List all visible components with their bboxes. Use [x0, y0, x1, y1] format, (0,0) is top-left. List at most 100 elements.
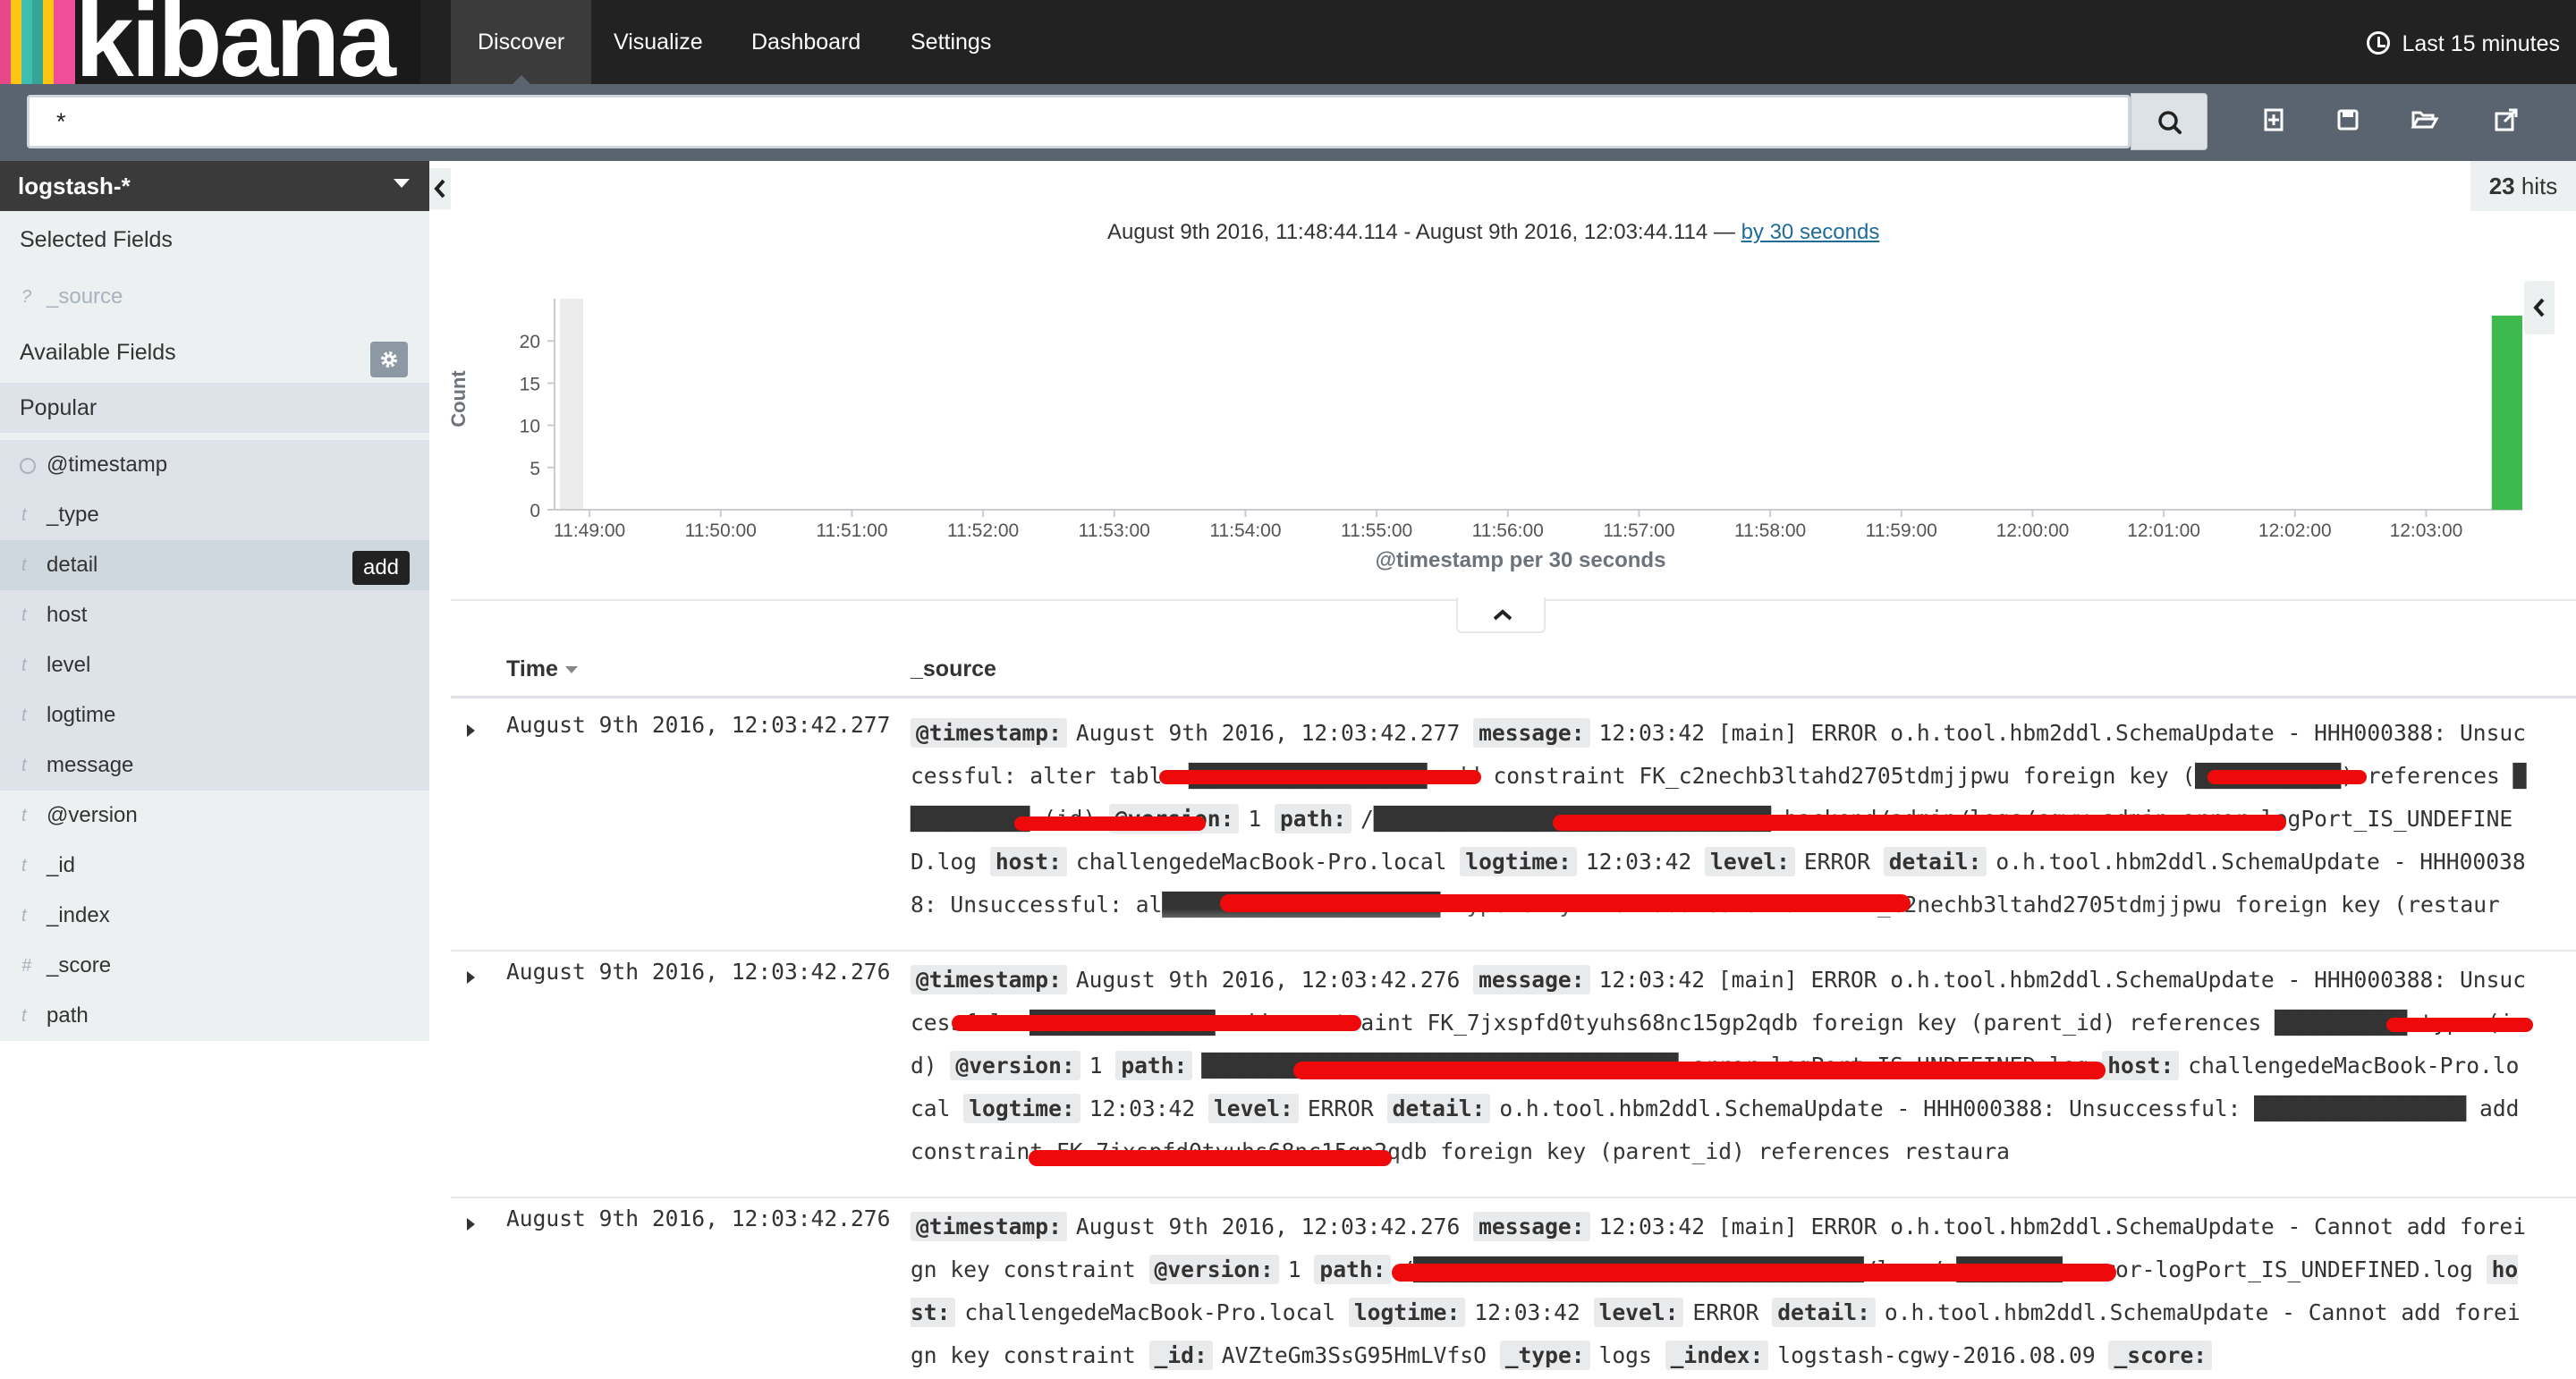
share-search-button[interactable] — [2485, 100, 2529, 141]
x-tick-label: 11:55:00 — [1341, 520, 1412, 541]
field-name: _id — [47, 853, 76, 877]
nav-discover-label: Discover — [478, 30, 565, 55]
kibana-logo[interactable]: kibana — [0, 0, 420, 84]
nav-dashboard[interactable]: Dashboard — [724, 0, 887, 84]
source-field-key: path: — [1115, 1051, 1193, 1080]
source-field-value: AVZteGm3SsG95HmLVfsO — [1221, 1342, 1500, 1368]
chevron-up-icon — [1493, 609, 1513, 621]
expand-row-icon[interactable] — [467, 971, 475, 984]
logo-stripe — [11, 0, 21, 84]
field-message[interactable]: t message — [0, 740, 429, 791]
time-column-header[interactable]: Time — [506, 656, 578, 682]
time-column-label: Time — [506, 656, 558, 681]
nav-settings[interactable]: Settings — [884, 0, 1018, 84]
new-search-button[interactable] — [2252, 100, 2297, 141]
field-type[interactable]: t _type — [0, 490, 429, 540]
nav-visualize[interactable]: Visualize — [587, 0, 730, 84]
source-field-key: @timestamp: — [911, 1212, 1067, 1241]
logo-stripe — [54, 0, 75, 84]
x-tick-label: 11:49:00 — [554, 520, 625, 541]
string-type-icon: t — [21, 706, 27, 725]
interval-link[interactable]: by 30 seconds — [1741, 220, 1880, 244]
nav-dashboard-label: Dashboard — [751, 30, 861, 55]
source-column-header: _source — [911, 656, 996, 681]
logo-stripe — [43, 0, 54, 84]
field-name: logtime — [47, 703, 116, 727]
field-path[interactable]: t path — [0, 991, 429, 1041]
x-tick-label: 12:01:00 — [2127, 520, 2200, 541]
field-id[interactable]: t _id — [0, 841, 429, 891]
time-range-label: Last 15 minutes — [2402, 31, 2561, 56]
table-row[interactable]: August 9th 2016, 12:03:42.276 @timestamp:… — [451, 1206, 2576, 1379]
time-range-text: August 9th 2016, 11:48:44.114 - August 9… — [1107, 220, 1741, 244]
y-tick-label: 20 — [520, 332, 540, 352]
source-field-value: August 9th 2016, 12:03:42.276 — [1075, 1214, 1474, 1239]
source-field-key: @timestamp: — [911, 965, 1067, 994]
expand-row-icon[interactable] — [467, 1218, 475, 1231]
x-tick-label: 12:02:00 — [2258, 520, 2332, 541]
string-type-icon: t — [21, 806, 27, 825]
source-field-key: logtime: — [963, 1094, 1080, 1123]
field-logtime[interactable]: t logtime — [0, 690, 429, 740]
field-host[interactable]: t host — [0, 590, 429, 640]
table-header-divider — [451, 696, 2576, 698]
row-timestamp: August 9th 2016, 12:03:42.276 — [506, 1206, 891, 1231]
field-index[interactable]: t _index — [0, 891, 429, 941]
x-tick-label: 11:50:00 — [685, 520, 757, 541]
redaction-mark — [1293, 1062, 2106, 1079]
x-tick-label: 11:59:00 — [1866, 520, 1937, 541]
field-name: message — [47, 753, 134, 777]
x-tick-label: 11:53:00 — [1079, 520, 1150, 541]
field-score[interactable]: # _score — [0, 941, 429, 991]
add-field-button[interactable]: add — [352, 551, 410, 585]
field-settings-button[interactable] — [370, 342, 408, 377]
toggle-chart-button[interactable] — [1456, 597, 1546, 633]
truncation-fade — [911, 909, 2531, 941]
field-name: _index — [47, 903, 110, 927]
field-name: _source — [47, 284, 123, 309]
logo-stripe — [21, 0, 32, 84]
source-field-key: path: — [1275, 804, 1352, 833]
open-search-button[interactable] — [2402, 100, 2447, 141]
field-name: @timestamp — [47, 453, 168, 477]
sort-down-icon[interactable] — [564, 666, 578, 674]
source-field-key: message: — [1473, 965, 1590, 994]
search-button[interactable] — [2131, 93, 2207, 150]
field-name: _type — [47, 503, 99, 527]
index-pattern-selector[interactable]: logstash-* — [0, 161, 429, 211]
chevron-left-icon — [434, 179, 445, 199]
save-search-button[interactable] — [2326, 100, 2370, 141]
histogram-bar — [2491, 315, 2522, 510]
expand-row-icon[interactable] — [467, 724, 475, 737]
source-field-value: 1 — [1248, 806, 1275, 832]
y-tick-label: 10 — [520, 417, 540, 437]
x-tick-label: 12:00:00 — [1996, 520, 2070, 541]
nav-discover[interactable]: Discover — [451, 0, 592, 84]
popular-heading: Popular — [0, 383, 429, 433]
source-field-key: _index: — [1665, 1341, 1769, 1370]
save-icon — [2337, 109, 2359, 131]
string-type-icon: t — [21, 906, 27, 926]
x-tick-label: 11:58:00 — [1734, 520, 1806, 541]
collapse-chart-button[interactable] — [2524, 281, 2555, 334]
x-tick-label: 11:57:00 — [1603, 520, 1674, 541]
source-field-key: level: — [1593, 1298, 1684, 1327]
field-version[interactable]: t @version — [0, 791, 429, 841]
field-source[interactable]: ? _source — [0, 272, 429, 322]
source-field-value: 1 — [1287, 1256, 1315, 1282]
source-field-key: logtime: — [1348, 1298, 1466, 1327]
field-timestamp[interactable]: @timestamp — [0, 440, 429, 490]
redaction-mark — [1553, 815, 2286, 831]
time-picker[interactable]: Last 15 minutes — [2366, 0, 2561, 84]
source-field-key: host: — [2102, 1051, 2180, 1080]
folder-open-icon — [2411, 111, 2439, 129]
x-tick-label: 11:56:00 — [1472, 520, 1544, 541]
row-divider — [451, 1197, 2576, 1198]
source-field-key: _score: — [2108, 1341, 2213, 1370]
field-name: host — [47, 603, 88, 627]
search-input[interactable] — [27, 95, 2131, 148]
field-level[interactable]: t level — [0, 640, 429, 690]
row-timestamp: August 9th 2016, 12:03:42.276 — [506, 959, 891, 985]
plot-area — [555, 299, 2504, 510]
collapse-sidebar-button[interactable] — [429, 168, 451, 209]
